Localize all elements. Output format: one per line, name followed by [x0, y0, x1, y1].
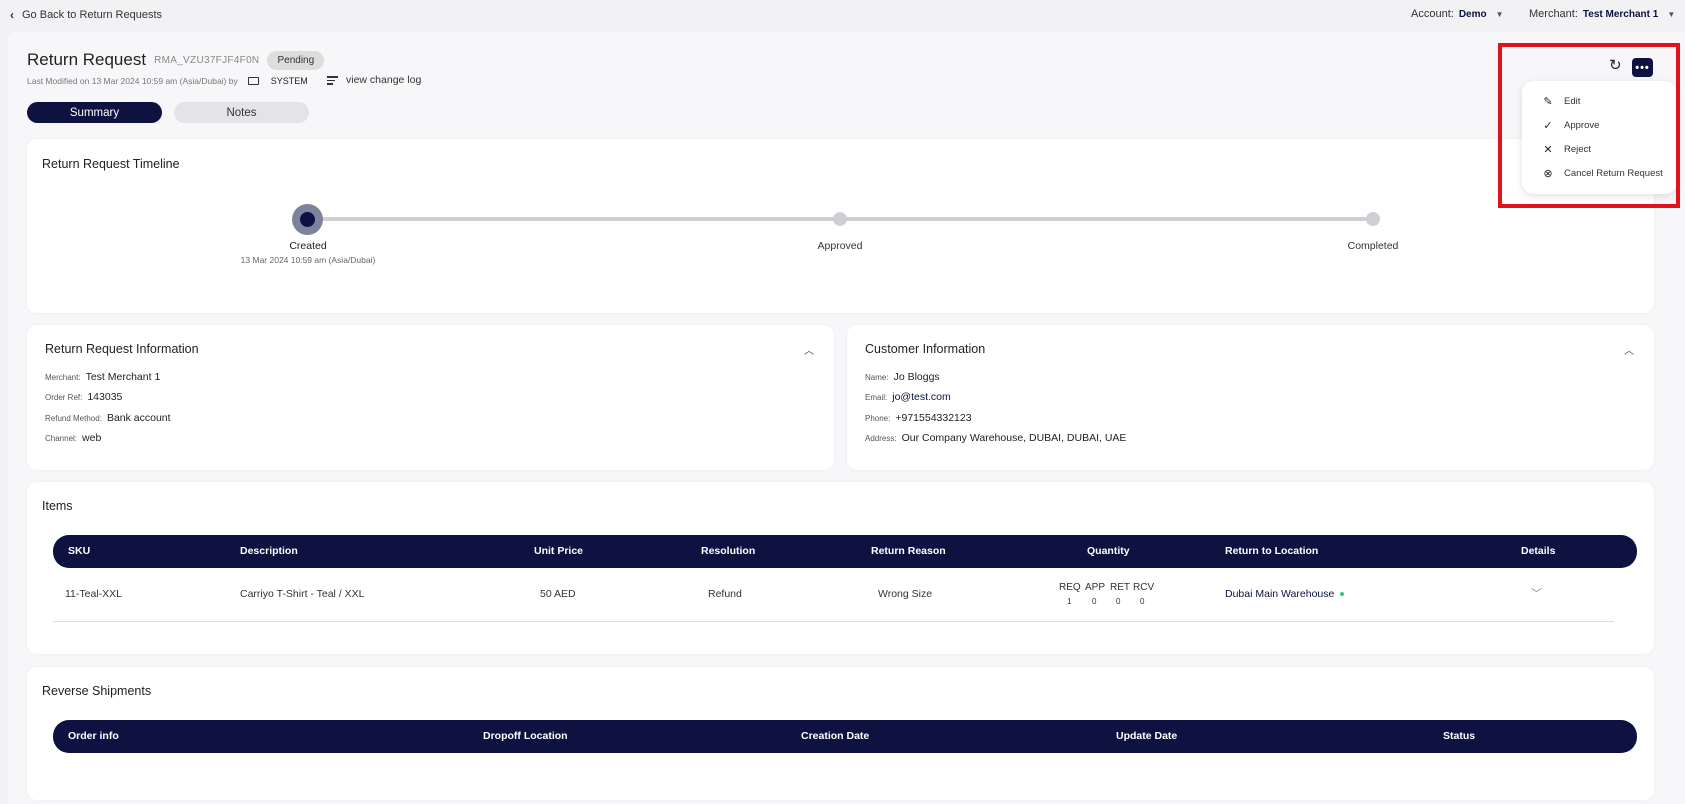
- col-unit-price: Unit Price: [534, 545, 584, 557]
- info-merchant: Merchant: Test Merchant 1: [45, 371, 161, 383]
- step-approved-label: Approved: [817, 240, 863, 252]
- item-return-reason: Wrong Size: [878, 588, 933, 600]
- item-unit-price: 50 AED: [540, 588, 576, 600]
- item-resolution: Refund: [708, 588, 742, 600]
- customer-phone: Phone: +971554332123: [865, 412, 972, 424]
- row-divider: [53, 621, 1614, 622]
- list-icon: [327, 74, 338, 87]
- col-status: Status: [1443, 730, 1476, 742]
- caret-down-icon: ▼: [1495, 9, 1504, 19]
- timeline-title: Return Request Timeline: [42, 157, 180, 171]
- step-completed-node: [1366, 212, 1380, 226]
- qty-app-label: APP: [1085, 582, 1106, 593]
- shipments-title: Reverse Shipments: [42, 684, 152, 698]
- col-quantity: Quantity: [1087, 545, 1130, 557]
- step-created-date: 13 Mar 2024 10:59 am (Asia/Dubai): [240, 255, 376, 265]
- col-resolution: Resolution: [701, 545, 756, 557]
- col-dropoff-location: Dropoff Location: [483, 730, 568, 742]
- location-status-dot: [1340, 592, 1345, 597]
- col-return-reason: Return Reason: [871, 545, 946, 557]
- qty-ret-label: RET: [1110, 582, 1130, 593]
- chevron-up-icon[interactable]: ︿: [1624, 342, 1634, 357]
- account-value: Demo: [1458, 8, 1487, 20]
- view-change-log-link[interactable]: view change log: [327, 74, 421, 87]
- step-approved-node: [833, 212, 847, 226]
- col-description: Description: [240, 545, 298, 557]
- back-link-label: Go Back to Return Requests: [22, 9, 163, 21]
- modified-by: SYSTEM: [270, 76, 308, 86]
- customer-address: Address: Our Company Warehouse, DUBAI, DU…: [865, 432, 1127, 444]
- page-title: Return Request: [27, 50, 147, 69]
- info-refund-method: Refund Method: Bank account: [45, 412, 171, 424]
- qty-ret-value: 0: [1116, 597, 1121, 606]
- last-modified: Last Modified on 13 Mar 2024 10:59 am (A…: [27, 76, 308, 86]
- step-completed-label: Completed: [1347, 240, 1399, 252]
- item-return-location: Dubai Main Warehouse: [1225, 588, 1345, 600]
- col-details: Details: [1521, 545, 1556, 557]
- col-update-date: Update Date: [1116, 730, 1178, 742]
- step-created-node-inner: [300, 212, 315, 227]
- return-info-title: Return Request Information: [45, 342, 199, 356]
- qty-rcv-label: RCV: [1133, 582, 1155, 593]
- qty-req-value: 1: [1067, 597, 1072, 606]
- qty-req-label: REQ: [1059, 582, 1081, 593]
- info-order-ref: Order Ref: 143035: [45, 391, 123, 403]
- customer-info-title: Customer Information: [865, 342, 986, 356]
- col-sku: SKU: [68, 545, 91, 557]
- items-title: Items: [42, 499, 73, 513]
- qty-rcv-value: 0: [1140, 597, 1145, 606]
- info-channel: Channel: web: [45, 432, 102, 444]
- customer-email: Email: jo@test.com: [865, 391, 951, 403]
- account-selector[interactable]: Account: Demo ▼: [1411, 8, 1504, 20]
- items-table-header: SKU Description Unit Price Resolution Re…: [53, 535, 1637, 568]
- items-card: [27, 482, 1654, 654]
- tab-summary[interactable]: Summary: [27, 102, 162, 123]
- step-created-label: Created: [289, 240, 327, 252]
- rma-number: RMA_VZU37FJF4F0N: [154, 54, 260, 66]
- caret-down-icon: ▼: [1667, 9, 1676, 19]
- monitor-icon: [247, 77, 259, 85]
- item-description: Carriyo T-Shirt - Teal / XXL: [240, 588, 365, 600]
- timeline-card: [27, 139, 1654, 313]
- col-creation-date: Creation Date: [801, 730, 870, 742]
- customer-name: Name: Jo Bloggs: [865, 371, 940, 383]
- shipments-table-header: Order info Dropoff Location Creation Dat…: [53, 720, 1637, 753]
- merchant-selector[interactable]: Merchant: Test Merchant 1 ▼: [1529, 8, 1675, 20]
- top-bar: ‹ Go Back to Return Requests Account: De…: [0, 0, 1685, 28]
- qty-app-value: 0: [1092, 597, 1097, 606]
- chevron-up-icon[interactable]: ︿: [804, 342, 814, 357]
- back-to-return-requests-link[interactable]: ‹ Go Back to Return Requests: [10, 8, 162, 22]
- item-sku: 11-Teal-XXL: [65, 588, 123, 600]
- page-header: Return Request RMA_VZU37FJF4F0N Pending: [27, 50, 325, 70]
- col-order-info: Order info: [68, 730, 119, 742]
- chevron-down-icon[interactable]: ﹀: [1531, 585, 1542, 601]
- merchant-value: Test Merchant 1: [1582, 8, 1659, 20]
- col-return-location: Return to Location: [1225, 545, 1319, 557]
- highlight-box: [1498, 43, 1680, 208]
- status-badge: Pending: [267, 50, 325, 70]
- tab-notes[interactable]: Notes: [174, 102, 309, 123]
- chevron-left-icon: ‹: [10, 8, 14, 22]
